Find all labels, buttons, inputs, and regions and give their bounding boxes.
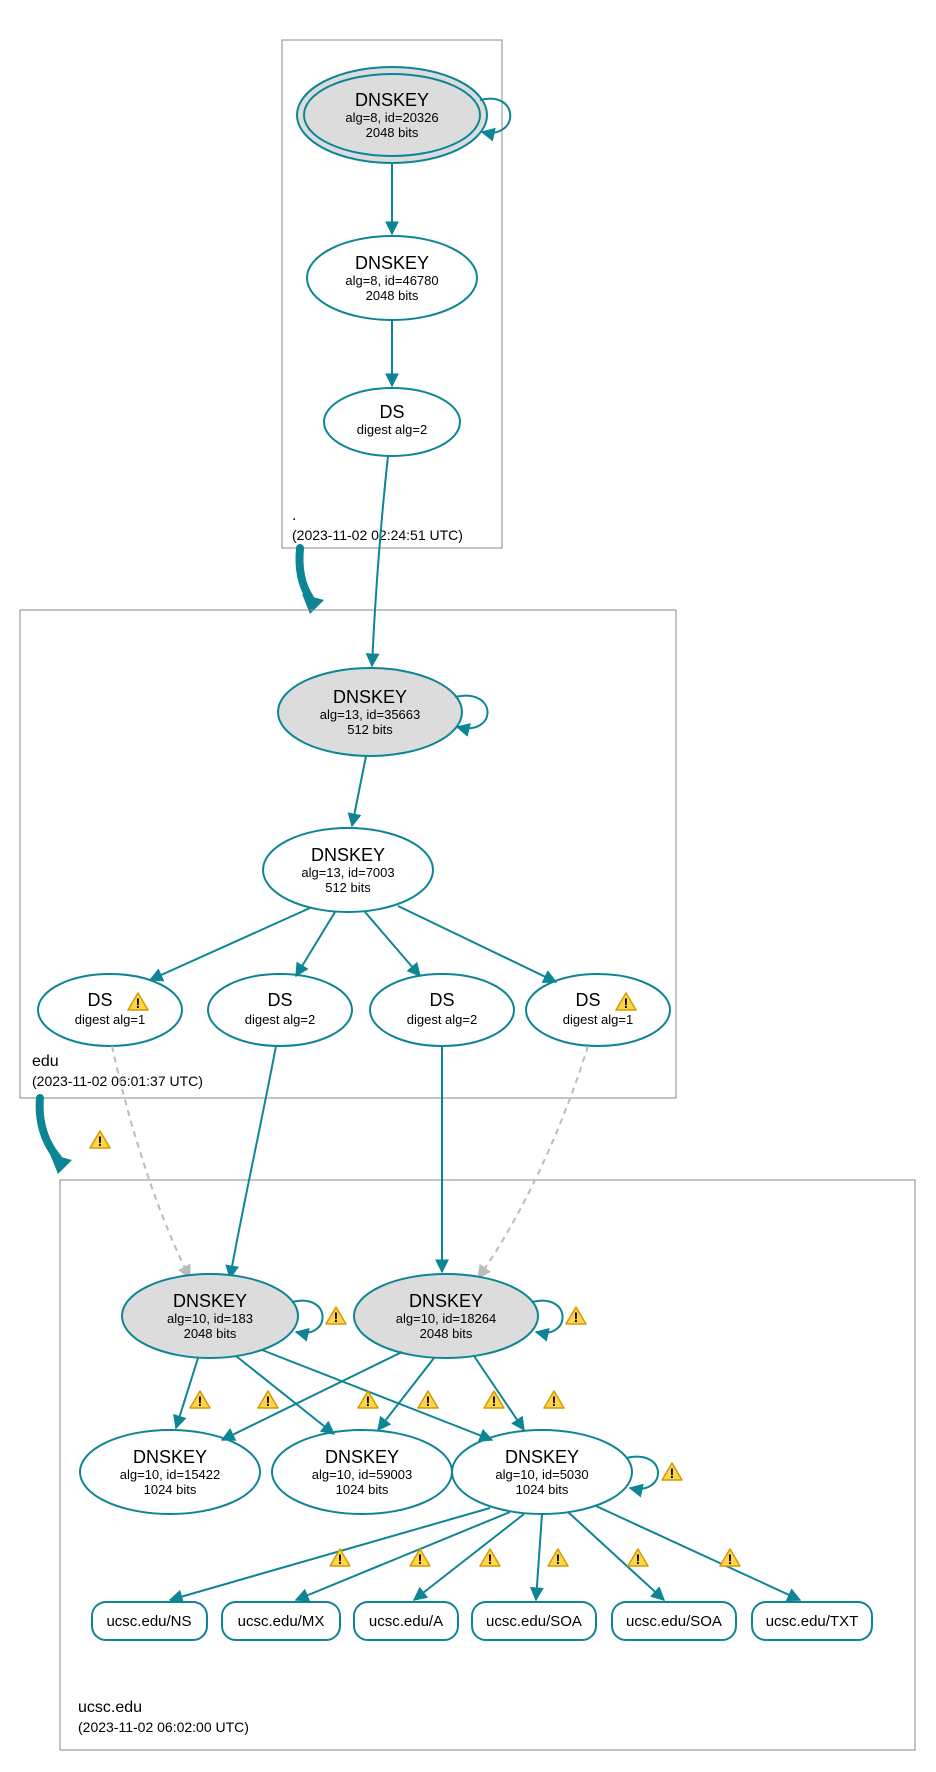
svg-text:digest alg=2: digest alg=2 (357, 422, 427, 437)
svg-text:DS: DS (429, 990, 454, 1010)
node-ucsc-ksk1: DNSKEY alg=10, id=183 2048 bits (122, 1274, 346, 1358)
zone-root-timestamp: (2023-11-02 02:24:51 UTC) (292, 527, 463, 543)
zone-edu-label: edu (32, 1053, 59, 1070)
svg-text:DS: DS (379, 402, 404, 422)
node-edu-ds2: DS digest alg=2 (208, 974, 352, 1046)
edge-eduksk-eduzsk (352, 756, 366, 826)
zone-link-root-edu (299, 548, 310, 598)
rrset-soa2: ucsc.edu/SOA (612, 1602, 736, 1640)
zone-ucsc-timestamp: (2023-11-02 06:02:00 UTC) (78, 1719, 249, 1735)
zone-edu-timestamp: (2023-11-02 06:01:37 UTC) (32, 1073, 203, 1089)
warning-icon (480, 1549, 500, 1567)
svg-text:digest alg=1: digest alg=1 (563, 1012, 633, 1027)
svg-text:DNSKEY: DNSKEY (409, 1291, 483, 1311)
warning-icon (566, 1307, 586, 1325)
rrset-ns: ucsc.edu/NS (92, 1602, 207, 1640)
svg-text:ucsc.edu/SOA: ucsc.edu/SOA (486, 1613, 582, 1630)
svg-text:2048 bits: 2048 bits (420, 1326, 473, 1341)
zone-ucsc-label: ucsc.edu (78, 1699, 142, 1716)
svg-text:alg=8, id=20326: alg=8, id=20326 (345, 110, 438, 125)
rrset-txt: ucsc.edu/TXT (752, 1602, 872, 1640)
svg-text:512 bits: 512 bits (325, 880, 371, 895)
dnssec-graph: ! . (2023-11-02 02:24:51 UTC) DNSKEY alg… (0, 0, 936, 1772)
svg-text:DS: DS (267, 990, 292, 1010)
svg-text:1024 bits: 1024 bits (516, 1482, 569, 1497)
svg-text:alg=13, id=7003: alg=13, id=7003 (301, 865, 394, 880)
warning-icon (548, 1549, 568, 1567)
svg-text:2048 bits: 2048 bits (366, 288, 419, 303)
node-edu-ksk: DNSKEY alg=13, id=35663 512 bits (278, 668, 488, 756)
svg-text:ucsc.edu/A: ucsc.edu/A (369, 1613, 443, 1630)
svg-text:digest alg=2: digest alg=2 (407, 1012, 477, 1027)
warning-icon (190, 1391, 210, 1409)
svg-text:digest alg=1: digest alg=1 (75, 1012, 145, 1027)
rrset-a: ucsc.edu/A (354, 1602, 458, 1640)
svg-text:DNSKEY: DNSKEY (355, 253, 429, 273)
edge-rootds-eduksk (372, 456, 388, 666)
svg-text:1024 bits: 1024 bits (336, 1482, 389, 1497)
warning-icon (544, 1391, 564, 1409)
svg-text:alg=10, id=59003: alg=10, id=59003 (312, 1467, 412, 1482)
svg-text:1024 bits: 1024 bits (144, 1482, 197, 1497)
zone-root-label: . (292, 507, 296, 524)
svg-text:alg=10, id=5030: alg=10, id=5030 (495, 1467, 588, 1482)
svg-text:ucsc.edu/TXT: ucsc.edu/TXT (766, 1613, 859, 1630)
warning-icon (720, 1549, 740, 1567)
warning-icon (330, 1549, 350, 1567)
svg-text:alg=10, id=183: alg=10, id=183 (167, 1311, 253, 1326)
warning-icon (628, 1549, 648, 1567)
svg-text:DNSKEY: DNSKEY (325, 1447, 399, 1467)
svg-text:ucsc.edu/SOA: ucsc.edu/SOA (626, 1613, 722, 1630)
node-ucsc-ksk2: DNSKEY alg=10, id=18264 2048 bits (354, 1274, 586, 1358)
node-edu-ds3: DS digest alg=2 (370, 974, 514, 1046)
svg-text:DS: DS (575, 990, 600, 1010)
svg-text:2048 bits: 2048 bits (366, 125, 419, 140)
svg-text:alg=8, id=46780: alg=8, id=46780 (345, 273, 438, 288)
node-ucsc-zsk1: DNSKEY alg=10, id=15422 1024 bits (80, 1430, 260, 1514)
rrset-soa1: ucsc.edu/SOA (472, 1602, 596, 1640)
svg-text:DNSKEY: DNSKEY (505, 1447, 579, 1467)
svg-text:alg=10, id=18264: alg=10, id=18264 (396, 1311, 496, 1326)
rrset-mx: ucsc.edu/MX (222, 1602, 340, 1640)
warning-icon (258, 1391, 278, 1409)
svg-text:alg=13, id=35663: alg=13, id=35663 (320, 707, 420, 722)
warning-icon (90, 1131, 110, 1149)
svg-text:alg=10, id=15422: alg=10, id=15422 (120, 1467, 220, 1482)
warning-icon (418, 1391, 438, 1409)
node-root-ksk: DNSKEY alg=8, id=20326 2048 bits (297, 67, 510, 163)
node-edu-ds4: DS digest alg=1 (526, 974, 670, 1046)
svg-text:DNSKEY: DNSKEY (333, 687, 407, 707)
svg-text:DNSKEY: DNSKEY (173, 1291, 247, 1311)
svg-text:512 bits: 512 bits (347, 722, 393, 737)
svg-text:DNSKEY: DNSKEY (355, 90, 429, 110)
node-ucsc-zsk2: DNSKEY alg=10, id=59003 1024 bits (272, 1430, 452, 1514)
svg-text:DS: DS (87, 990, 112, 1010)
node-edu-ds1: DS digest alg=1 (38, 974, 182, 1046)
zone-link-edu-ucsc (40, 1098, 58, 1158)
svg-text:DNSKEY: DNSKEY (311, 845, 385, 865)
svg-text:ucsc.edu/NS: ucsc.edu/NS (106, 1613, 191, 1630)
node-root-ds: DS digest alg=2 (324, 388, 460, 456)
warning-icon (662, 1463, 682, 1481)
node-edu-zsk: DNSKEY alg=13, id=7003 512 bits (263, 828, 433, 912)
svg-text:ucsc.edu/MX: ucsc.edu/MX (238, 1613, 325, 1630)
warning-icon (326, 1307, 346, 1325)
node-ucsc-zsk3: DNSKEY alg=10, id=5030 1024 bits (452, 1430, 682, 1514)
node-root-zsk: DNSKEY alg=8, id=46780 2048 bits (307, 236, 477, 320)
svg-text:2048 bits: 2048 bits (184, 1326, 237, 1341)
svg-text:digest alg=2: digest alg=2 (245, 1012, 315, 1027)
svg-text:DNSKEY: DNSKEY (133, 1447, 207, 1467)
warning-icon (484, 1391, 504, 1409)
